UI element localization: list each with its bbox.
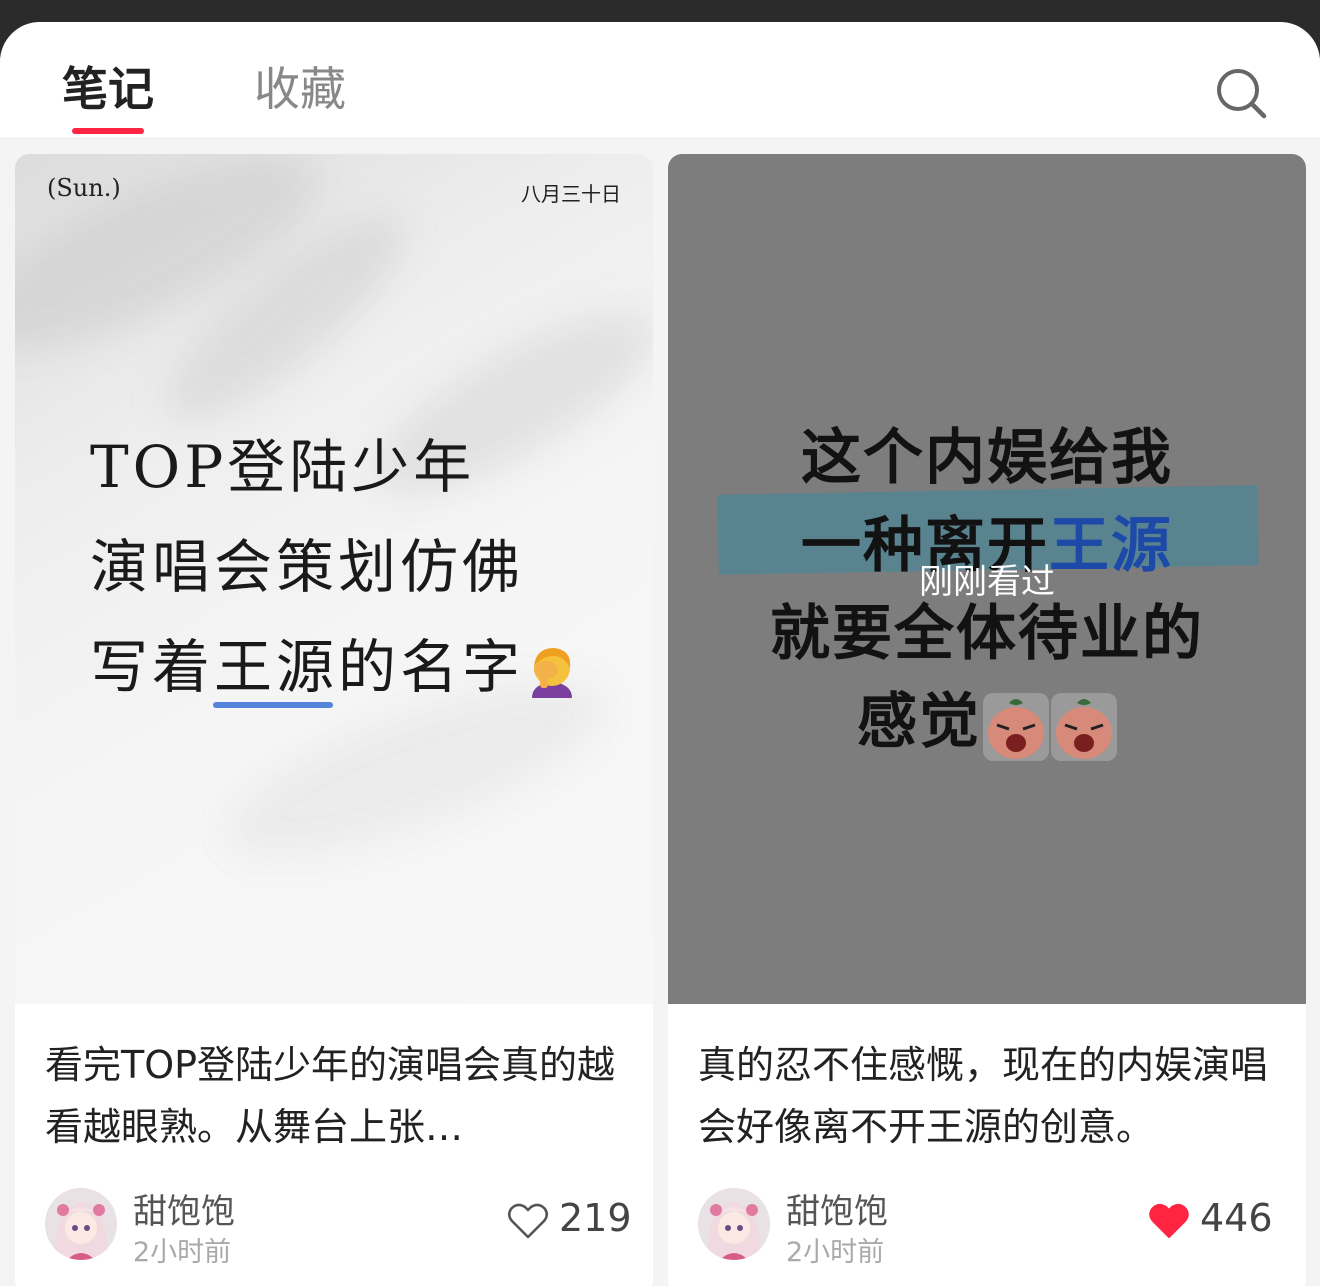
tab-bar: 笔记 收藏 xyxy=(0,22,1320,139)
crying-peach-emoji-icon xyxy=(1051,693,1117,762)
crying-peach-emoji-icon xyxy=(983,693,1049,762)
avatar[interactable] xyxy=(45,1188,117,1260)
author-name[interactable]: 甜饱饱 xyxy=(786,1184,888,1233)
note-cover-image[interactable]: 这个内娱给我 一种离开王源 就要全体待业的 感觉 刚刚看过 xyxy=(668,154,1306,1004)
notes-sheet: 笔记 收藏 (Sun.) 八月三十日 TOP登陆少年 演唱会策划仿佛 写着王源的… xyxy=(0,22,1320,1286)
note-title[interactable]: 真的忍不住感慨，现在的内娱演唱会好像离不开王源的创意。 xyxy=(698,1034,1278,1158)
heart-filled-icon xyxy=(1149,1203,1189,1238)
post-time: 2小时前 xyxy=(133,1237,232,1268)
cover-date: 八月三十日 xyxy=(521,182,621,206)
note-footer: 甜饱饱 2小时前 219 xyxy=(45,1184,632,1268)
active-tab-indicator xyxy=(72,128,144,134)
cover-text-line: TOP登陆少年 xyxy=(90,433,476,501)
cover-text-line: 就要全体待业的 xyxy=(770,599,1204,669)
like-button[interactable]: 446 xyxy=(1148,1196,1278,1244)
like-count: 219 xyxy=(559,1196,632,1240)
cover-text-line: 写着王源的名字 xyxy=(90,633,525,701)
facepalm-emoji-icon xyxy=(532,647,573,698)
like-count: 446 xyxy=(1200,1196,1273,1240)
tab-notes[interactable]: 笔记 xyxy=(62,60,154,118)
name-underline xyxy=(213,702,333,708)
note-footer: 甜饱饱 2小时前 446 xyxy=(698,1184,1278,1268)
cover-weekday: (Sun.) xyxy=(47,174,121,202)
cover-text-line: 感觉 xyxy=(857,687,981,757)
note-title[interactable]: 看完TOP登陆少年的演唱会真的越看越眼熟。从舞台上张… xyxy=(45,1034,625,1158)
tab-favorites[interactable]: 收藏 xyxy=(254,60,346,118)
note-card[interactable]: 这个内娱给我 一种离开王源 就要全体待业的 感觉 刚刚看过 真的忍不住感慨，现在… xyxy=(668,154,1306,1286)
author-name[interactable]: 甜饱饱 xyxy=(133,1184,235,1233)
note-cover-image[interactable]: (Sun.) 八月三十日 TOP登陆少年 演唱会策划仿佛 写着王源的名字 xyxy=(15,154,653,1004)
heart-outline-icon xyxy=(507,1203,549,1239)
avatar[interactable] xyxy=(698,1188,770,1260)
like-button[interactable]: 219 xyxy=(507,1196,632,1244)
search-icon[interactable] xyxy=(1214,66,1268,120)
cover-text-line: 这个内娱给我 xyxy=(801,423,1173,493)
post-time: 2小时前 xyxy=(786,1237,885,1268)
cover-text-line: 演唱会策划仿佛 xyxy=(90,533,525,601)
note-card[interactable]: (Sun.) 八月三十日 TOP登陆少年 演唱会策划仿佛 写着王源的名字 看完T… xyxy=(15,154,653,1286)
recently-viewed-label: 刚刚看过 xyxy=(919,562,1055,602)
